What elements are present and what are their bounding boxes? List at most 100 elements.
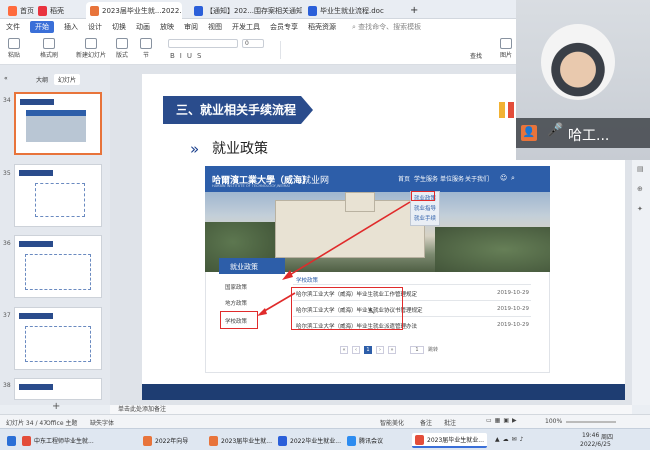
tray-icons[interactable]: ▲☁✉♪ xyxy=(495,436,526,443)
new-tab-button[interactable]: + xyxy=(406,2,422,19)
search-command[interactable]: ⌕ 查找命令、搜索模板 xyxy=(352,22,421,32)
missing-font-indicator[interactable]: 缺失字体 xyxy=(90,418,114,427)
site-nav-employer[interactable]: 单位服务 xyxy=(440,174,464,183)
menu-member[interactable]: 会员专享 xyxy=(270,22,298,32)
next-page-button[interactable]: › xyxy=(376,346,384,354)
menu-insert[interactable]: 插入 xyxy=(64,22,78,32)
microphone-icon: 🎤 xyxy=(547,123,564,138)
menu-daoke-resources[interactable]: 稻壳资源 xyxy=(308,22,336,32)
effect-icon[interactable]: ✦ xyxy=(637,205,643,213)
picture-button[interactable]: 图片 xyxy=(500,38,512,59)
presenter-avatar xyxy=(541,24,615,100)
font-style-buttons[interactable]: BIUS xyxy=(170,52,206,60)
comments-toggle[interactable]: 批注 xyxy=(444,418,456,427)
menu-file[interactable]: 文件 xyxy=(6,22,20,32)
property-icon[interactable]: ▤ xyxy=(637,165,644,173)
policy-row-date: 2019-10-29 xyxy=(497,322,529,328)
menu-design[interactable]: 设计 xyxy=(88,22,102,32)
prev-page-button[interactable]: ‹ xyxy=(352,346,360,354)
menu-review[interactable]: 审阅 xyxy=(184,22,198,32)
clock-date: 2022/6/25 xyxy=(580,441,611,448)
layout-button[interactable]: 版式 xyxy=(116,38,128,59)
tree xyxy=(435,227,550,272)
notes-pane[interactable]: 单击此处添加备注 xyxy=(110,405,632,414)
side-national-policy[interactable]: 国家政策 xyxy=(225,283,247,291)
thumb-number: 34 xyxy=(3,97,11,104)
zoom-level[interactable]: 100% xyxy=(545,418,562,425)
new-slide-icon xyxy=(85,38,97,49)
meeting-icon xyxy=(347,435,356,446)
font-name-select[interactable] xyxy=(168,39,238,48)
search-icon[interactable]: ⌕ xyxy=(511,174,515,183)
tab-home[interactable]: 首页 xyxy=(4,2,38,19)
menu-transition[interactable]: 切换 xyxy=(112,22,126,32)
first-page-button[interactable]: « xyxy=(340,346,348,354)
format-painter-button[interactable]: 格式刷 xyxy=(40,38,58,59)
pin-icon[interactable]: ⊕ xyxy=(637,185,643,193)
taskbar-item[interactable]: 腾讯会议 xyxy=(344,433,386,448)
site-name: 就业网 xyxy=(302,176,330,186)
tab-slides[interactable]: 幻灯片 xyxy=(54,74,81,85)
menu-slideshow[interactable]: 放映 xyxy=(160,22,174,32)
find-button[interactable]: 查找 xyxy=(470,51,482,60)
search-icon: ⌕ xyxy=(352,23,356,31)
tab-process-doc[interactable]: 毕业生就业流程.doc xyxy=(304,2,404,19)
menu-developer[interactable]: 开发工具 xyxy=(232,22,260,32)
slide-footer-bar xyxy=(142,384,625,400)
slide-subtitle: 就业政策 xyxy=(212,141,268,157)
slide-thumbnail-34[interactable] xyxy=(14,92,102,155)
presenter-name: 哈工... xyxy=(568,128,610,144)
layout-icon xyxy=(116,38,128,49)
tab-daoke[interactable]: 稻壳 xyxy=(34,2,68,19)
thumb-number: 38 xyxy=(3,382,11,389)
jump-button[interactable]: 跳转 xyxy=(428,346,438,354)
collapse-panel-icon[interactable]: « xyxy=(4,75,8,82)
mouse-cursor-icon: ↖ xyxy=(368,307,376,317)
app-icon xyxy=(209,435,218,446)
picture-icon xyxy=(500,38,512,49)
side-local-policy[interactable]: 地方政策 xyxy=(225,299,247,307)
page-number-input[interactable]: 1 xyxy=(410,346,424,354)
policy-row-date: 2019-10-29 xyxy=(497,306,529,312)
zoom-slider[interactable] xyxy=(566,421,616,423)
slide-thumbnail-36[interactable] xyxy=(14,235,102,298)
section-button[interactable]: 节 xyxy=(140,38,152,59)
brush-icon xyxy=(43,38,55,49)
taskbar-item[interactable]: 2022毕业生就业... xyxy=(275,433,344,448)
menu-home[interactable]: 开始 xyxy=(30,21,54,33)
taskbar-item-active[interactable]: 2023届毕业生就业... xyxy=(412,433,487,448)
taskbar-item[interactable]: 2022年向导 xyxy=(140,433,191,448)
slide-thumbnail-37[interactable] xyxy=(14,307,102,370)
taskbar-item[interactable]: 中东工程师毕业生就... xyxy=(19,433,97,448)
last-page-button[interactable]: » xyxy=(388,346,396,354)
menu-animation[interactable]: 动画 xyxy=(136,22,150,32)
clock-weekday: 周四 xyxy=(601,434,614,441)
add-slide-button[interactable]: + xyxy=(52,401,60,412)
site-nav-student[interactable]: 学生服务 xyxy=(414,174,438,183)
smart-beautify-button[interactable]: 智能美化 xyxy=(380,418,404,427)
page-1-button[interactable]: 1 xyxy=(364,346,372,354)
thumb-number: 35 xyxy=(3,170,11,177)
tab-ppt-file[interactable]: 2023届毕业生就...2022.5.25× xyxy=(86,2,182,19)
font-size-select[interactable]: 0 xyxy=(242,39,264,48)
taskbar-item[interactable]: 2023届毕业生就... xyxy=(206,433,275,448)
site-nav-about[interactable]: 关于我们 xyxy=(465,174,489,183)
word-file-icon xyxy=(308,5,317,16)
new-slide-button[interactable]: 新建幻灯片 xyxy=(76,38,106,59)
menu-view[interactable]: 视图 xyxy=(208,22,222,32)
policy-title: 就业政策 xyxy=(230,263,258,271)
home-icon xyxy=(8,5,17,16)
red-arrow xyxy=(257,292,296,316)
highlight-box xyxy=(291,287,403,330)
decor-bar-red xyxy=(508,102,514,118)
start-button[interactable] xyxy=(4,433,19,448)
tab-outline[interactable]: 大纲 xyxy=(32,74,52,85)
slide-thumbnail-35[interactable] xyxy=(14,164,102,227)
paste-button[interactable]: 粘贴 xyxy=(8,38,20,59)
view-mode-icons[interactable]: ▭▦▣▶ xyxy=(486,417,520,424)
site-nav-home[interactable]: 首页 xyxy=(398,174,410,183)
user-icon[interactable]: ☺ xyxy=(500,174,507,182)
notes-toggle[interactable]: 备注 xyxy=(420,418,432,427)
slide-thumbnail-38[interactable] xyxy=(14,378,102,400)
tab-notice-doc[interactable]: 【通知】202...围存案相关通知 xyxy=(190,2,302,19)
